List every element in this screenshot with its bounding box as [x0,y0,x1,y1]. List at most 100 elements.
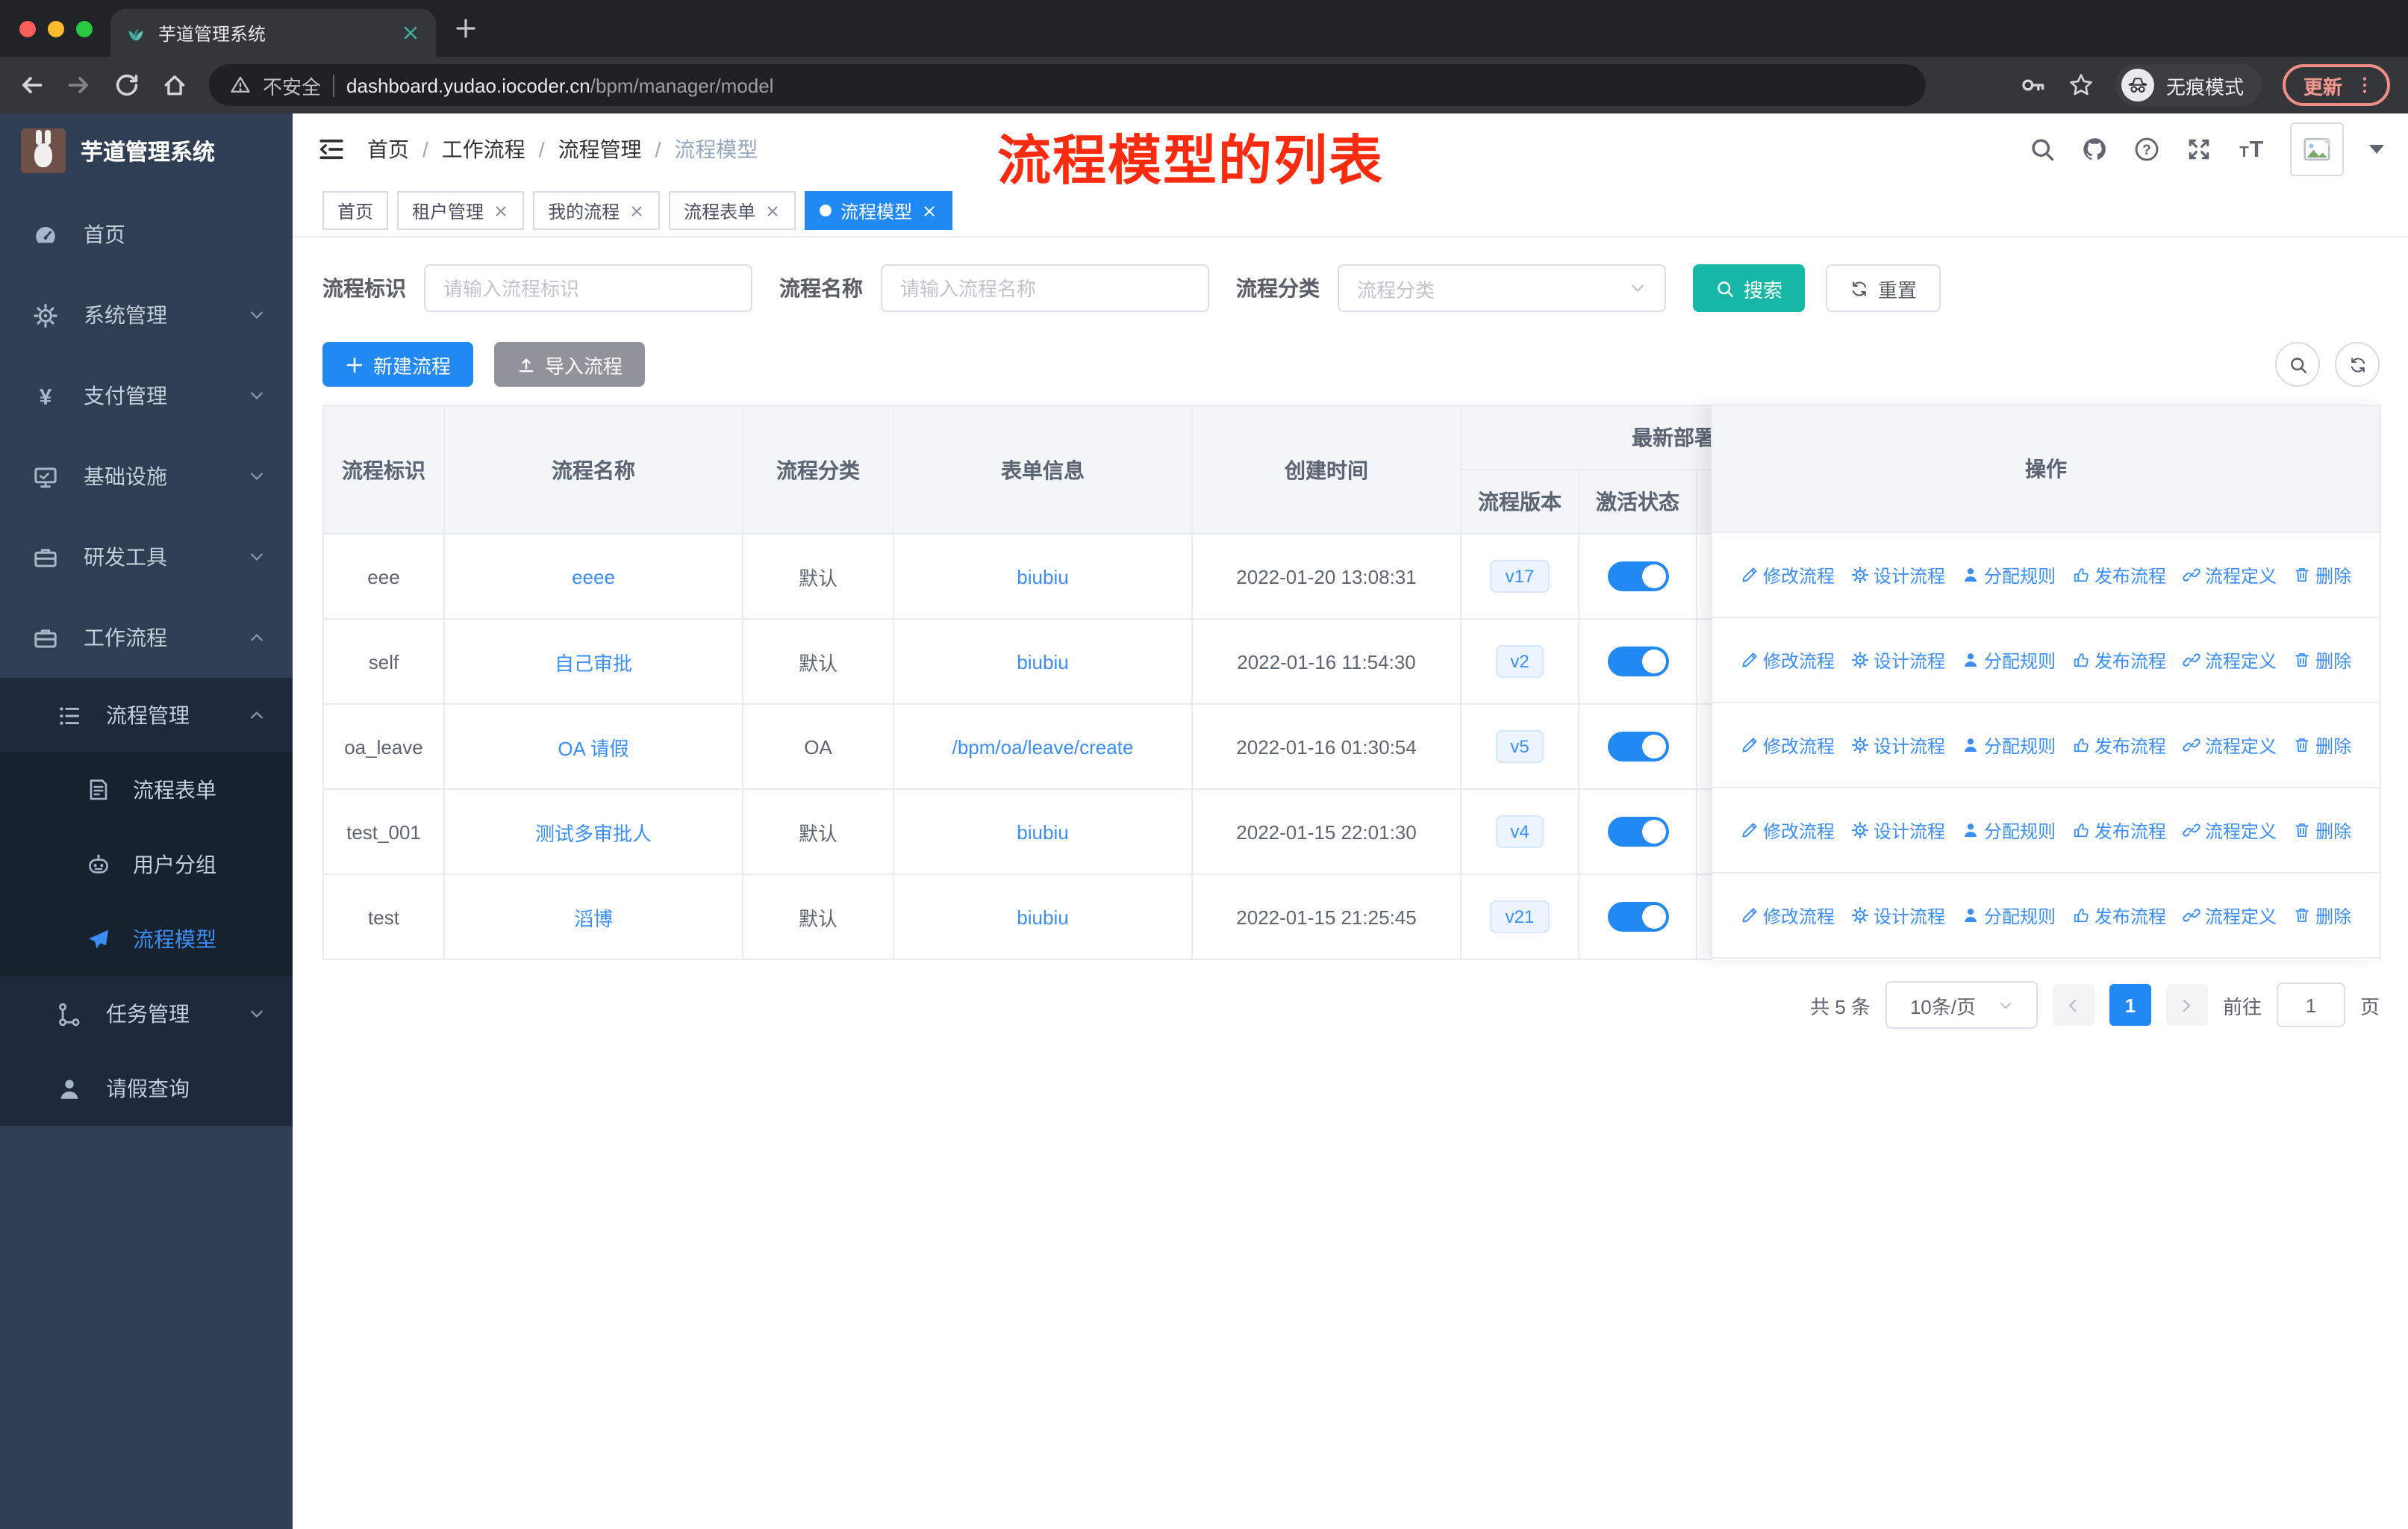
filter-category-select[interactable]: 流程分类 [1338,264,1666,312]
active-toggle[interactable] [1607,647,1668,676]
current-page-button[interactable]: 1 [2109,984,2151,1026]
model-name-link[interactable]: 自己审批 [555,652,632,674]
model-name-link[interactable]: 滔博 [574,907,613,929]
breadcrumb-item[interactable]: 流程管理 [558,134,642,164]
action-流程定义[interactable]: 流程定义 [2183,732,2277,758]
key-icon[interactable] [2020,72,2047,99]
model-name-link[interactable]: OA 请假 [558,737,628,759]
action-分配规则[interactable]: 分配规则 [1962,562,2056,588]
model-name-link[interactable]: 测试多审批人 [535,822,652,844]
active-toggle[interactable] [1607,902,1668,932]
close-window-button[interactable] [19,21,36,37]
github-icon[interactable] [2081,136,2108,163]
action-发布流程[interactable]: 发布流程 [2072,562,2166,588]
maximize-window-button[interactable] [76,21,93,37]
bookmark-star-icon[interactable] [2068,72,2094,99]
sidebar-item-用户分组[interactable]: 用户分组 [0,827,293,902]
minimize-window-button[interactable] [48,21,64,37]
action-分配规则[interactable]: 分配规则 [1962,903,2056,928]
filter-name-input[interactable] [881,264,1209,312]
sidebar-item-流程表单[interactable]: 流程表单 [0,753,293,827]
action-修改流程[interactable]: 修改流程 [1741,903,1835,928]
help-icon[interactable]: ? [2133,136,2160,163]
sidebar-item-基础设施[interactable]: 基础设施 [0,436,293,517]
sidebar-item-工作流程[interactable]: 工作流程 [0,597,293,678]
search-button[interactable]: 搜索 [1693,264,1806,312]
refresh-table-button[interactable] [2335,342,2380,387]
toggle-search-button[interactable] [2275,342,2320,387]
action-设计流程[interactable]: 设计流程 [1851,647,1945,673]
action-删除[interactable]: 删除 [2293,562,2351,588]
sidebar-item-研发工具[interactable]: 研发工具 [0,517,293,597]
active-toggle[interactable] [1607,732,1668,762]
action-分配规则[interactable]: 分配规则 [1962,732,2056,758]
action-删除[interactable]: 删除 [2293,732,2351,758]
active-toggle[interactable] [1607,561,1668,591]
tag-我的流程[interactable]: 我的流程 [533,191,661,230]
form-link[interactable]: biubiu [1017,650,1068,673]
action-流程定义[interactable]: 流程定义 [2183,647,2277,673]
tag-首页[interactable]: 首页 [322,191,389,230]
breadcrumb-item[interactable]: 首页 [367,134,409,164]
close-icon[interactable] [764,202,781,219]
breadcrumb-item[interactable]: 工作流程 [442,134,525,164]
close-icon[interactable] [493,202,509,219]
form-link[interactable]: biubiu [1017,820,1068,843]
action-删除[interactable]: 删除 [2293,818,2351,843]
sidebar-item-首页[interactable]: 首页 [0,194,293,275]
tag-租户管理[interactable]: 租户管理 [397,191,525,230]
search-icon[interactable] [2029,136,2056,163]
action-流程定义[interactable]: 流程定义 [2183,903,2277,928]
prev-page-button[interactable] [2052,984,2094,1026]
close-icon[interactable] [921,202,938,219]
fullscreen-icon[interactable] [2186,136,2212,163]
action-设计流程[interactable]: 设计流程 [1851,732,1945,758]
action-修改流程[interactable]: 修改流程 [1741,818,1835,843]
tag-流程表单[interactable]: 流程表单 [669,191,796,230]
page-size-select[interactable]: 10条/页 [1885,981,2038,1029]
sidebar-item-请假查询[interactable]: 请假查询 [0,1051,293,1126]
reset-button[interactable]: 重置 [1826,264,1941,312]
active-toggle[interactable] [1607,817,1668,847]
sidebar-collapse-icon[interactable] [316,134,346,164]
action-发布流程[interactable]: 发布流程 [2072,818,2166,843]
action-修改流程[interactable]: 修改流程 [1741,562,1835,588]
sidebar-item-支付管理[interactable]: ¥ 支付管理 [0,355,293,436]
new-tab-button[interactable] [454,16,478,40]
update-button[interactable]: 更新 [2282,64,2390,106]
action-设计流程[interactable]: 设计流程 [1851,903,1945,928]
reload-icon[interactable] [113,72,140,99]
avatar-dropdown-icon[interactable] [2369,145,2384,154]
home-icon[interactable] [161,72,188,99]
goto-page-input[interactable] [2276,983,2345,1027]
tag-流程模型[interactable]: 流程模型 [805,191,953,230]
model-name-link[interactable]: eeee [572,565,615,588]
browser-menu-icon[interactable] [2354,75,2375,96]
font-size-icon[interactable]: TT [2238,136,2265,163]
avatar[interactable] [2290,122,2344,176]
sidebar-item-任务管理[interactable]: 任务管理 [0,977,293,1051]
browser-tab[interactable]: 芋道管理系统 [110,9,436,57]
action-分配规则[interactable]: 分配规则 [1962,647,2056,673]
import-model-button[interactable]: 导入流程 [494,342,646,387]
action-设计流程[interactable]: 设计流程 [1851,562,1945,588]
action-删除[interactable]: 删除 [2293,903,2351,928]
action-修改流程[interactable]: 修改流程 [1741,732,1835,758]
form-link[interactable]: /bpm/oa/leave/create [952,735,1134,758]
action-发布流程[interactable]: 发布流程 [2072,647,2166,673]
action-删除[interactable]: 删除 [2293,647,2351,673]
tab-close-icon[interactable] [400,22,421,43]
form-link[interactable]: biubiu [1017,906,1068,928]
action-发布流程[interactable]: 发布流程 [2072,903,2166,928]
form-link[interactable]: biubiu [1017,565,1068,588]
action-发布流程[interactable]: 发布流程 [2072,732,2166,758]
sidebar-item-流程模型[interactable]: 流程模型 [0,902,293,977]
sidebar-item-流程管理[interactable]: 流程管理 [0,678,293,753]
action-分配规则[interactable]: 分配规则 [1962,818,2056,843]
close-icon[interactable] [628,202,645,219]
address-bar[interactable]: 不安全 dashboard.yudao.iocoder.cn/bpm/manag… [209,64,1926,106]
forward-icon[interactable] [66,72,93,99]
filter-key-input[interactable] [424,264,752,312]
back-icon[interactable] [18,72,45,99]
sidebar-item-系统管理[interactable]: 系统管理 [0,275,293,355]
